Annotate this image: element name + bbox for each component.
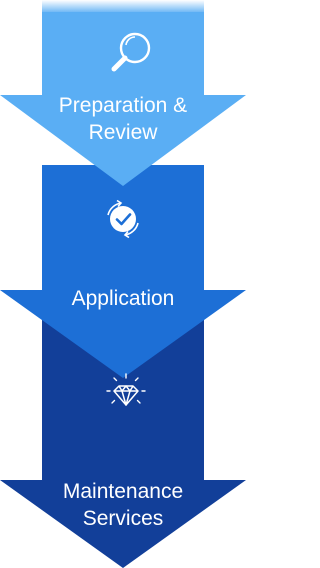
step-1-fade: [42, 0, 204, 14]
diamond-icon: [106, 373, 146, 406]
step-1-label: Preparation & Review: [58, 94, 188, 144]
process-flow-diagram: Preparation & Review Application Mainten…: [0, 0, 246, 568]
check-cycle-icon: [107, 199, 139, 239]
magnifier-icon: [111, 32, 151, 72]
step-2-label: Application: [71, 287, 175, 310]
step-3-label: Maintenance Services: [62, 480, 184, 530]
